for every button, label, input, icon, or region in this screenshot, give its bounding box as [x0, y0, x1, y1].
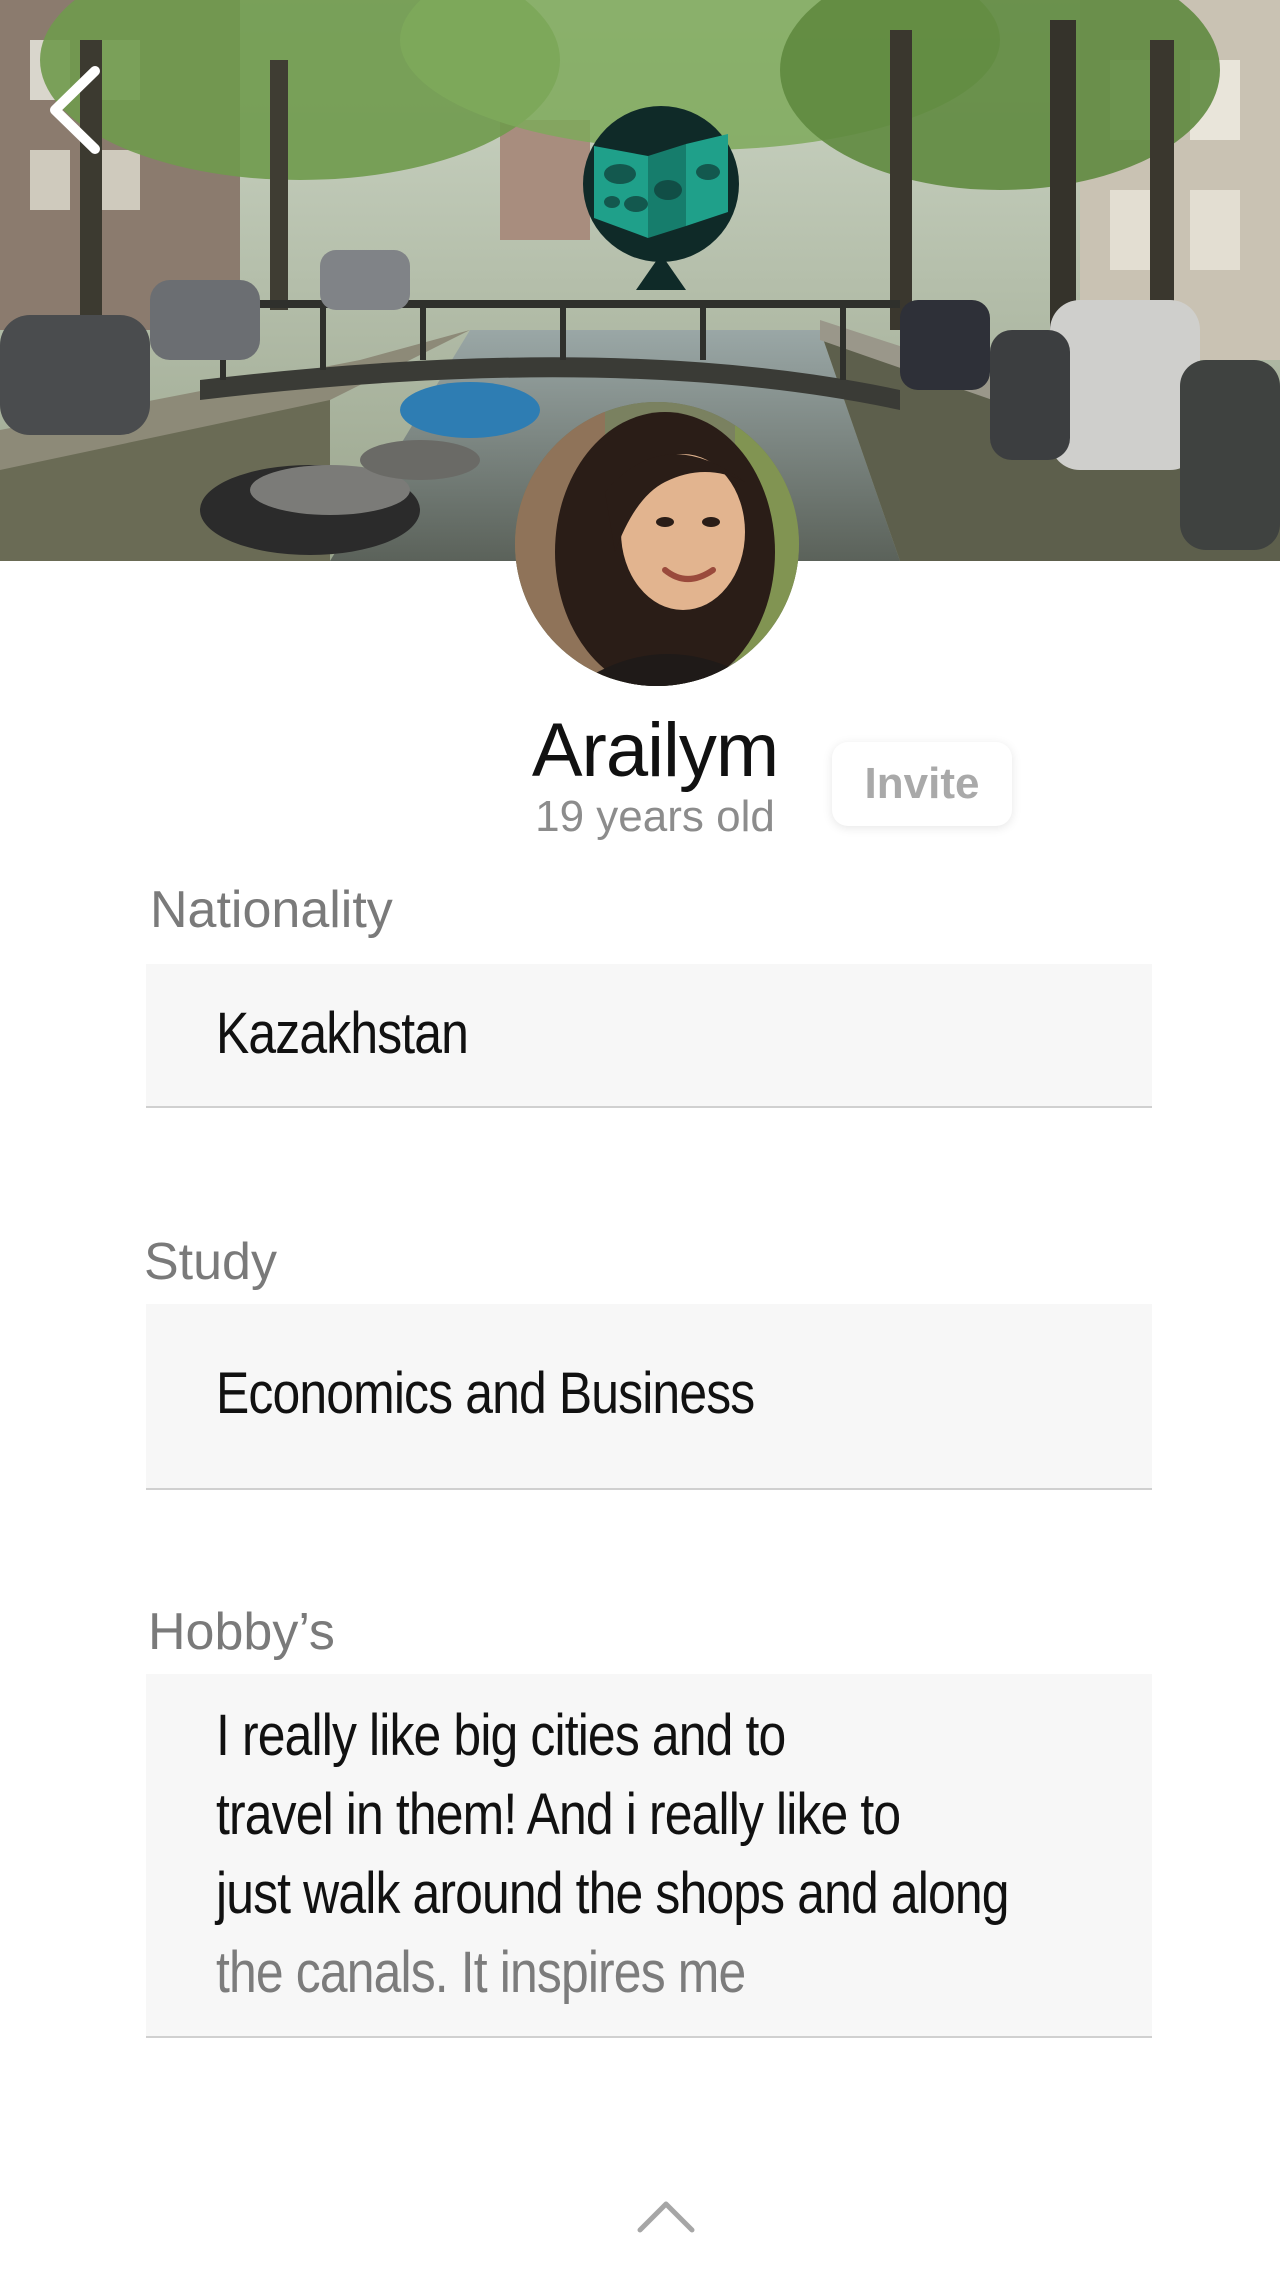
map-pin-logo-icon — [578, 104, 744, 290]
hobbies-line: the canals. It inspires me — [216, 1940, 746, 2005]
study-value: Economics and Business — [216, 1361, 755, 1426]
hobbies-line: just walk around the shops and along — [216, 1861, 1009, 1926]
chevron-up-icon — [637, 2201, 695, 2233]
scroll-up-button[interactable] — [636, 2196, 696, 2236]
hobbies-line: travel in them! And i really like to — [216, 1782, 901, 1847]
hobbies-text: I really like big cities and to travel i… — [216, 1696, 1162, 2012]
invite-button[interactable]: Invite — [832, 742, 1012, 826]
nationality-label: Nationality — [150, 881, 393, 939]
profile-page: Arailym 19 years old Invite Nationality … — [0, 0, 1280, 2272]
hobbies-line: I really like big cities and to — [216, 1703, 786, 1768]
hobbies-field: I really like big cities and to travel i… — [146, 1674, 1152, 2038]
hobbies-label: Hobby’s — [148, 1603, 335, 1661]
nationality-field: Kazakhstan — [146, 964, 1152, 1108]
study-field: Economics and Business — [146, 1304, 1152, 1490]
study-label: Study — [144, 1233, 277, 1291]
user-avatar — [515, 402, 799, 686]
nationality-value: Kazakhstan — [216, 1001, 469, 1066]
back-button[interactable] — [40, 60, 110, 160]
chevron-left-icon — [50, 66, 100, 154]
profile-age: 19 years old — [535, 792, 775, 841]
profile-name: Arailym — [531, 708, 779, 793]
